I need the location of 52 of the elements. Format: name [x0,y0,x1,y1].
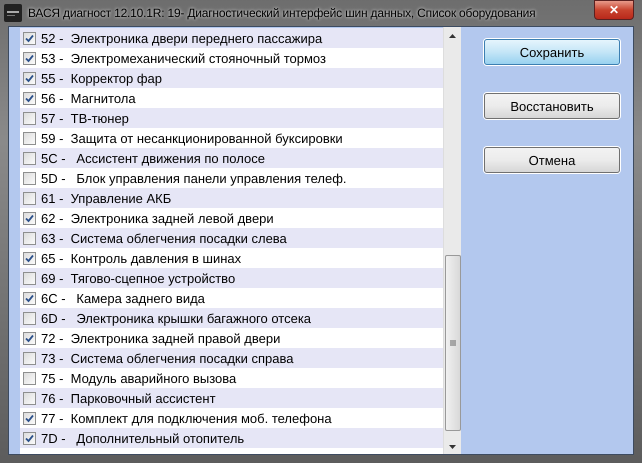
equipment-label: 62 - Электроника задней левой двери [41,210,274,226]
equipment-label: 6C - Камера заднего вида [41,290,205,306]
checkbox[interactable] [23,332,36,344]
checkbox[interactable] [23,292,36,304]
checkbox[interactable] [23,72,36,84]
equipment-label: 72 - Электроника задней правой двери [41,330,280,346]
scroll-up-icon[interactable] [449,34,456,38]
equipment-label: 5D - Блок управления панели управления телеф. [41,170,347,186]
checkbox[interactable] [23,232,36,244]
scroll-down-icon[interactable] [449,445,456,449]
checkbox[interactable] [23,172,36,184]
equipment-label: 52 - Электроника двери переднего пассажира [41,30,322,46]
equipment-label: 75 - Модуль аварийного вызова [41,370,236,386]
checkbox[interactable] [23,192,36,204]
checkbox[interactable] [23,272,36,284]
equipment-label: 55 - Корректор фар [41,70,162,86]
window-title: ВАСЯ диагност 12.10.1R: 19- Диагностический интерфейс шин данных, Список оборудования [28,6,536,20]
checkbox[interactable] [23,112,36,124]
checkbox[interactable] [23,32,36,44]
equipment-label: 56 - Магнитола [41,90,136,106]
checkbox[interactable] [23,152,36,164]
action-button[interactable]: Отмена [484,147,620,173]
checkbox[interactable] [23,392,36,404]
app-logo-icon [4,4,22,22]
equipment-label: 59 - Защита от несанкционированной буксировки [41,130,343,146]
checkbox[interactable] [23,52,36,64]
equipment-label: 63 - Система облегчения посадки слева [41,230,287,246]
checkbox[interactable] [23,312,36,324]
checkbox[interactable] [23,252,36,264]
action-button[interactable]: Сохранить [484,39,620,65]
checkbox[interactable] [23,92,36,104]
checkbox[interactable] [23,132,36,144]
equipment-label: 65 - Контроль давления в шинах [41,250,242,266]
scroll-thumb[interactable] [444,255,460,431]
equipment-label: 57 - ТВ-тюнер [41,110,129,126]
equipment-label: 53 - Электромеханический стояночный тормоз [41,50,326,66]
equipment-label: 6D - Электроника крышки багажного отсека [41,310,312,326]
checkbox[interactable] [23,352,36,364]
checkbox[interactable] [23,212,36,224]
equipment-label: 77 - Комплект для подключения моб. телефона [41,410,332,426]
equipment-label: 76 - Парковочный ассистент [41,390,216,406]
action-button[interactable]: Восстановить [484,93,620,119]
checkbox[interactable] [23,412,36,424]
checkbox[interactable] [23,432,36,444]
close-button[interactable]: ✕ [594,0,634,20]
equipment-label: 61 - Управление АКБ [41,190,172,206]
equipment-label: 73 - Система облегчения посадки справа [41,350,294,366]
equipment-label: 5C - Ассистент движения по полосе [41,150,265,166]
scrollbar[interactable] [443,27,461,454]
checkbox[interactable] [23,372,36,384]
equipment-label: 69 - Тягово-сцепное устройство [41,270,236,286]
equipment-label: 7D - Дополнительный отопитель [41,430,244,446]
